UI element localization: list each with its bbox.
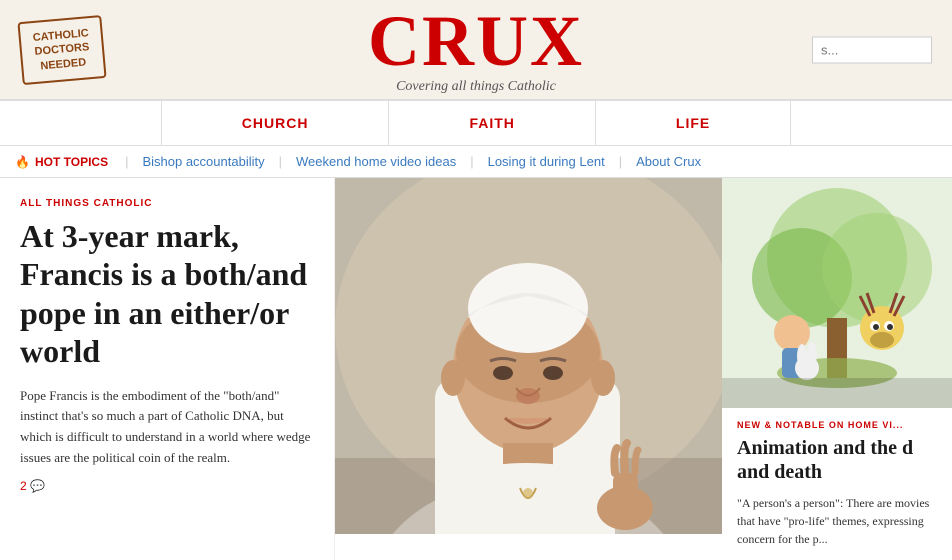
- separator: |: [125, 154, 128, 169]
- site-logo[interactable]: CRUX: [368, 5, 584, 77]
- hot-topic-lent[interactable]: Losing it during Lent: [488, 154, 605, 169]
- nav-item-church[interactable]: CHURCH: [161, 101, 390, 145]
- hot-topics-bar: 🔥 HOT TOPICS | Bishop accountability | W…: [0, 146, 952, 178]
- hot-topic-bishop[interactable]: Bishop accountability: [142, 154, 264, 169]
- hot-topic-about[interactable]: About Crux: [636, 154, 701, 169]
- right-article-headline[interactable]: Animation and the dand death: [737, 436, 937, 484]
- search-input[interactable]: [812, 36, 932, 63]
- pope-image: [335, 178, 722, 534]
- fire-icon: 🔥: [15, 155, 30, 169]
- site-tagline: Covering all things Catholic: [368, 79, 584, 95]
- comment-count[interactable]: 2 💬: [20, 479, 314, 493]
- site-header: CATHOLIC DOCTORS NEEDED CRUX Covering al…: [0, 0, 952, 100]
- right-article-image: [722, 178, 952, 408]
- article-section-label: ALL THINGS CATHOLIC: [20, 198, 314, 209]
- right-headline-text: Animation and the dand death: [737, 437, 913, 483]
- separator: |: [470, 154, 473, 169]
- main-navigation: CHURCH FAITH LIFE: [0, 100, 952, 146]
- animation-illustration: [722, 178, 952, 408]
- hot-topics-label: 🔥 HOT TOPICS: [15, 155, 108, 169]
- separator: |: [619, 154, 622, 169]
- logo-area: CRUX Covering all things Catholic: [368, 5, 584, 95]
- right-article-column: NEW & NOTABLE ON HOME VI... Animation an…: [722, 178, 952, 560]
- right-article-text: NEW & NOTABLE ON HOME VI... Animation an…: [722, 408, 952, 560]
- right-section-label: NEW & NOTABLE ON HOME VI...: [737, 420, 937, 430]
- main-article-headline[interactable]: At 3-year mark, Francis is a both/and po…: [20, 217, 314, 371]
- pope-illustration: [335, 178, 722, 534]
- main-image-column: [335, 178, 722, 560]
- catholic-doctors-ad[interactable]: CATHOLIC DOCTORS NEEDED: [17, 15, 106, 85]
- separator: |: [279, 154, 282, 169]
- content-area: ALL THINGS CATHOLIC At 3-year mark, Fran…: [0, 178, 952, 560]
- nav-item-life[interactable]: LIFE: [596, 101, 791, 145]
- nav-item-faith[interactable]: FAITH: [389, 101, 595, 145]
- search-area[interactable]: [812, 36, 932, 63]
- hot-topic-video[interactable]: Weekend home video ideas: [296, 154, 456, 169]
- ad-badge[interactable]: CATHOLIC DOCTORS NEEDED: [20, 18, 104, 81]
- right-article-body: "A person's a person": There are movies …: [737, 494, 937, 548]
- main-article-body: Pope Francis is the embodiment of the "b…: [20, 386, 314, 469]
- main-article-column: ALL THINGS CATHOLIC At 3-year mark, Fran…: [0, 178, 335, 560]
